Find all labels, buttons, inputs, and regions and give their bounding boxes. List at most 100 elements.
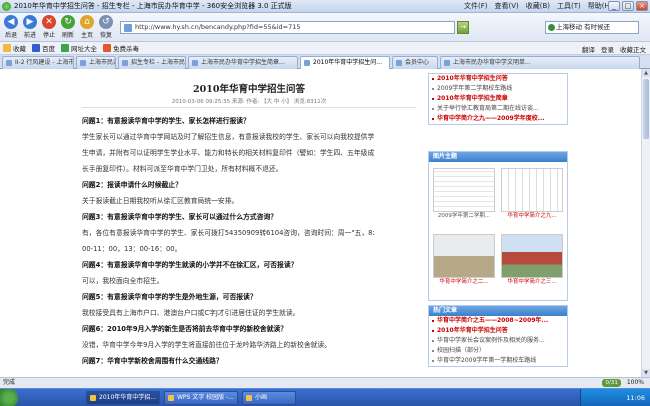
- browser-logo-icon: [2, 1, 11, 11]
- page-icon: [124, 24, 132, 32]
- favorites-menu[interactable]: 收藏: [3, 43, 26, 53]
- save-article-button[interactable]: 收藏正文: [620, 44, 646, 54]
- sidebar-news-link[interactable]: 2009学年第二学期校车路线: [429, 84, 567, 94]
- back-button[interactable]: ◀ 后退: [2, 15, 20, 39]
- menu-view[interactable]: 查看(V): [495, 1, 519, 11]
- forward-arrow-icon: ▶: [23, 15, 37, 29]
- article-title: 2010年华育中学招生问答: [193, 84, 305, 95]
- stop-button[interactable]: ✕ 停止: [40, 15, 58, 39]
- hot-article-link[interactable]: 华育中学简介之五——2008~2009年...: [429, 316, 567, 326]
- clock[interactable]: 11:06: [626, 394, 645, 402]
- question-heading: 问题6：2010年9月入学的新生是否将前去华育中学的新校舍就读？: [82, 325, 288, 333]
- taskbar-browser[interactable]: 2010年华育中学招...: [86, 391, 160, 405]
- zoom-level[interactable]: 100%: [627, 378, 644, 388]
- favorites-bar: 收藏 百度 网址大全 免费杀毒 翻译 登录 收藏正文: [0, 42, 650, 55]
- sidebar-news-link[interactable]: 2010年华育中学招生简章: [429, 94, 567, 104]
- search-engine-icon: [548, 24, 555, 31]
- article-meta: 2010-03-06 09:25:35 来源: 作者: 【大 中 小】 浏览:8…: [171, 99, 327, 105]
- web-icon: [61, 44, 69, 52]
- status-right: 0/31 100%: [602, 378, 644, 388]
- download-counter-badge[interactable]: 0/31: [602, 379, 621, 387]
- scroll-thumb[interactable]: [643, 79, 649, 139]
- question-heading: 问题3：有意报读华育中学的学生、家长可以通过什么方式咨询？: [82, 213, 278, 221]
- scroll-down-arrow-icon[interactable]: ▼: [642, 369, 650, 377]
- menu-tools[interactable]: 工具(T): [557, 1, 581, 11]
- tab-1[interactable]: II-2 行风建设 - 上海市民办...: [2, 56, 74, 69]
- picture-item[interactable]: 华育中学简介之三...: [501, 234, 563, 286]
- answer-line: 关于报读截止日期我校听从徐汇区教育局统一安排。: [82, 197, 239, 205]
- system-tray: 11:06: [580, 389, 650, 406]
- shield-icon: [103, 44, 111, 52]
- window-controls: _ □ ×: [608, 1, 648, 11]
- picture-item[interactable]: 华育中学简介之九...: [501, 168, 563, 220]
- window-titlebar: 2010年华育中学招生问答 - 招生专栏 - 上海市民办华育中学 - 360安全…: [0, 0, 650, 13]
- windows-taskbar: 2010年华育中学招... WPS 文字 校园版 -... 小画 11:06: [0, 388, 650, 406]
- answer-line: 我校接受具有上海市户口、港澳台户口或C字J才引进居住证的学生就读。: [82, 309, 300, 317]
- minimize-button[interactable]: _: [608, 1, 620, 11]
- answer-line: 可以，我校面向全市招生。: [82, 277, 164, 285]
- status-text: 完成: [3, 379, 16, 386]
- close-button[interactable]: ×: [636, 1, 648, 11]
- picture-item[interactable]: 华育中学简介之二...: [433, 234, 495, 286]
- menu-favorites[interactable]: 收藏(B): [526, 1, 550, 11]
- sidebar-news-link[interactable]: 关于举行徐汇教育局第二期在线访谈...: [429, 104, 567, 114]
- address-text: http://www.hy.sh.cn/bencandy.php?fid=55&…: [135, 23, 301, 31]
- address-bar[interactable]: http://www.hy.sh.cn/bencandy.php?fid=55&…: [120, 21, 455, 34]
- hot-articles-header: 热门文章: [429, 306, 567, 316]
- go-button[interactable]: →: [457, 21, 469, 34]
- sidebar-news-link[interactable]: 2010年华育中学招生问答: [429, 74, 567, 84]
- tab-4[interactable]: 上海市民办华育中学招生简章...: [188, 56, 298, 69]
- vertical-scrollbar[interactable]: ▲ ▼: [641, 69, 650, 377]
- search-text: 上海移动 有时候还: [556, 23, 611, 31]
- hot-article-link[interactable]: 2010年华育中学招生问答: [429, 326, 567, 336]
- star-icon: [3, 44, 11, 52]
- picture-item[interactable]: 2009学年第二学期...: [433, 168, 495, 220]
- scroll-up-arrow-icon[interactable]: ▲: [642, 69, 650, 77]
- answer-line: 有，各位有意报读华育中学的学生、家长可拨打54350909转6104咨询，咨询时…: [82, 229, 375, 237]
- tab-7[interactable]: 上海市民办华育中学文明单...: [440, 56, 640, 69]
- start-button[interactable]: [0, 389, 18, 406]
- menu-file[interactable]: 文件(F): [464, 1, 488, 11]
- translate-button[interactable]: 翻译: [582, 44, 595, 54]
- search-input[interactable]: 上海移动 有时候还: [545, 21, 639, 34]
- menu-bar: 文件(F) 查看(V) 收藏(B) 工具(T) 帮助(H): [464, 1, 613, 11]
- sidebar-hot-box: 热门文章 华育中学简介之五——2008~2009年... 2010年华育中学招生问…: [428, 305, 568, 367]
- article: 2010年华育中学招生问答 2010-03-06 09:25:35 来源: 作者…: [78, 69, 420, 377]
- home-button[interactable]: ⌂ 主页: [78, 15, 96, 39]
- hot-article-link[interactable]: 校园扫描（部分）: [429, 346, 567, 356]
- tab-2[interactable]: 上海市民办华育...: [76, 56, 116, 69]
- pictures-grid: 2009学年第二学期... 华育中学简介之九... 华育中学简介之二... 华育…: [429, 162, 567, 300]
- question-heading: 问题4：有意报读华育中学的学生就读的小学并不在徐汇区，可否报读？: [82, 261, 298, 269]
- favorite-url-directory[interactable]: 网址大全: [61, 43, 97, 53]
- sidebar-news-link[interactable]: 华育中学简介之九——2009学年度校...: [429, 114, 567, 124]
- forward-button[interactable]: ▶ 前进: [21, 15, 39, 39]
- sidebar: 2010年华育中学招生问答 2009学年第二学期校车路线 2010年华育中学招生简章…: [428, 69, 568, 377]
- login-button[interactable]: 登录: [601, 44, 614, 54]
- tab-3[interactable]: 招生专栏 - 上海市民办华育...: [118, 56, 186, 69]
- hot-article-link[interactable]: 华育中学2009学年第一学期校车路线: [429, 356, 567, 366]
- favorite-antivirus[interactable]: 免费杀毒: [103, 43, 139, 53]
- question-heading: 问题1：有意报读华育中学的学生、家长怎样进行报读？: [82, 117, 250, 125]
- picture-thumbnail: [433, 234, 495, 278]
- refresh-button[interactable]: ↻ 刷新: [59, 15, 77, 39]
- maximize-button[interactable]: □: [622, 1, 634, 11]
- tab-5-active[interactable]: 2010年华育中学招生问...: [300, 56, 390, 69]
- restore-button[interactable]: ↺ 恢复: [97, 15, 115, 39]
- question-heading: 问题5：有意报读华育中学的学生是外地生源，可否报读？: [82, 293, 257, 301]
- tab-6[interactable]: 会员中心: [392, 56, 438, 69]
- favbar-right-tools: 翻译 登录 收藏正文: [582, 44, 646, 54]
- stop-icon: ✕: [42, 15, 56, 29]
- picture-thumbnail: [501, 234, 563, 278]
- hot-article-link[interactable]: 华育中学家长会议案例作及相关的服务...: [429, 336, 567, 346]
- taskbar-paint[interactable]: 小画: [242, 391, 296, 405]
- window-title: 2010年华育中学招生问答 - 招生专栏 - 上海市民办华育中学 - 360安全…: [14, 2, 292, 10]
- sidebar-news-box: 2010年华育中学招生问答 2009学年第二学期校车路线 2010年华育中学招生简章…: [428, 73, 568, 125]
- answer-line: 长手册复印件）。材料可派至华育中学门卫处，所有材料概不退还。: [82, 165, 283, 173]
- taskbar-wps[interactable]: WPS 文字 校园版 -...: [164, 391, 238, 405]
- favorite-baidu[interactable]: 百度: [32, 43, 55, 53]
- answer-line: 没错，华育中学今年9月入学的学生将直接前往位于龙吟路华济路上的新校舍就读。: [82, 341, 332, 349]
- answer-line: 学生家长可以通过华育中学网站及时了解招生信息，有意报读我校的学生、家长可以向我校…: [82, 133, 375, 141]
- sidebar-news-list: 2010年华育中学招生问答 2009学年第二学期校车路线 2010年华育中学招生简章…: [429, 74, 567, 124]
- answer-line: 00-11：00，13：00-16：00。: [82, 245, 182, 253]
- sidebar-pictures-box: 图片主题 2009学年第二学期... 华育中学简介之九... 华育中学简介之二.…: [428, 151, 568, 301]
